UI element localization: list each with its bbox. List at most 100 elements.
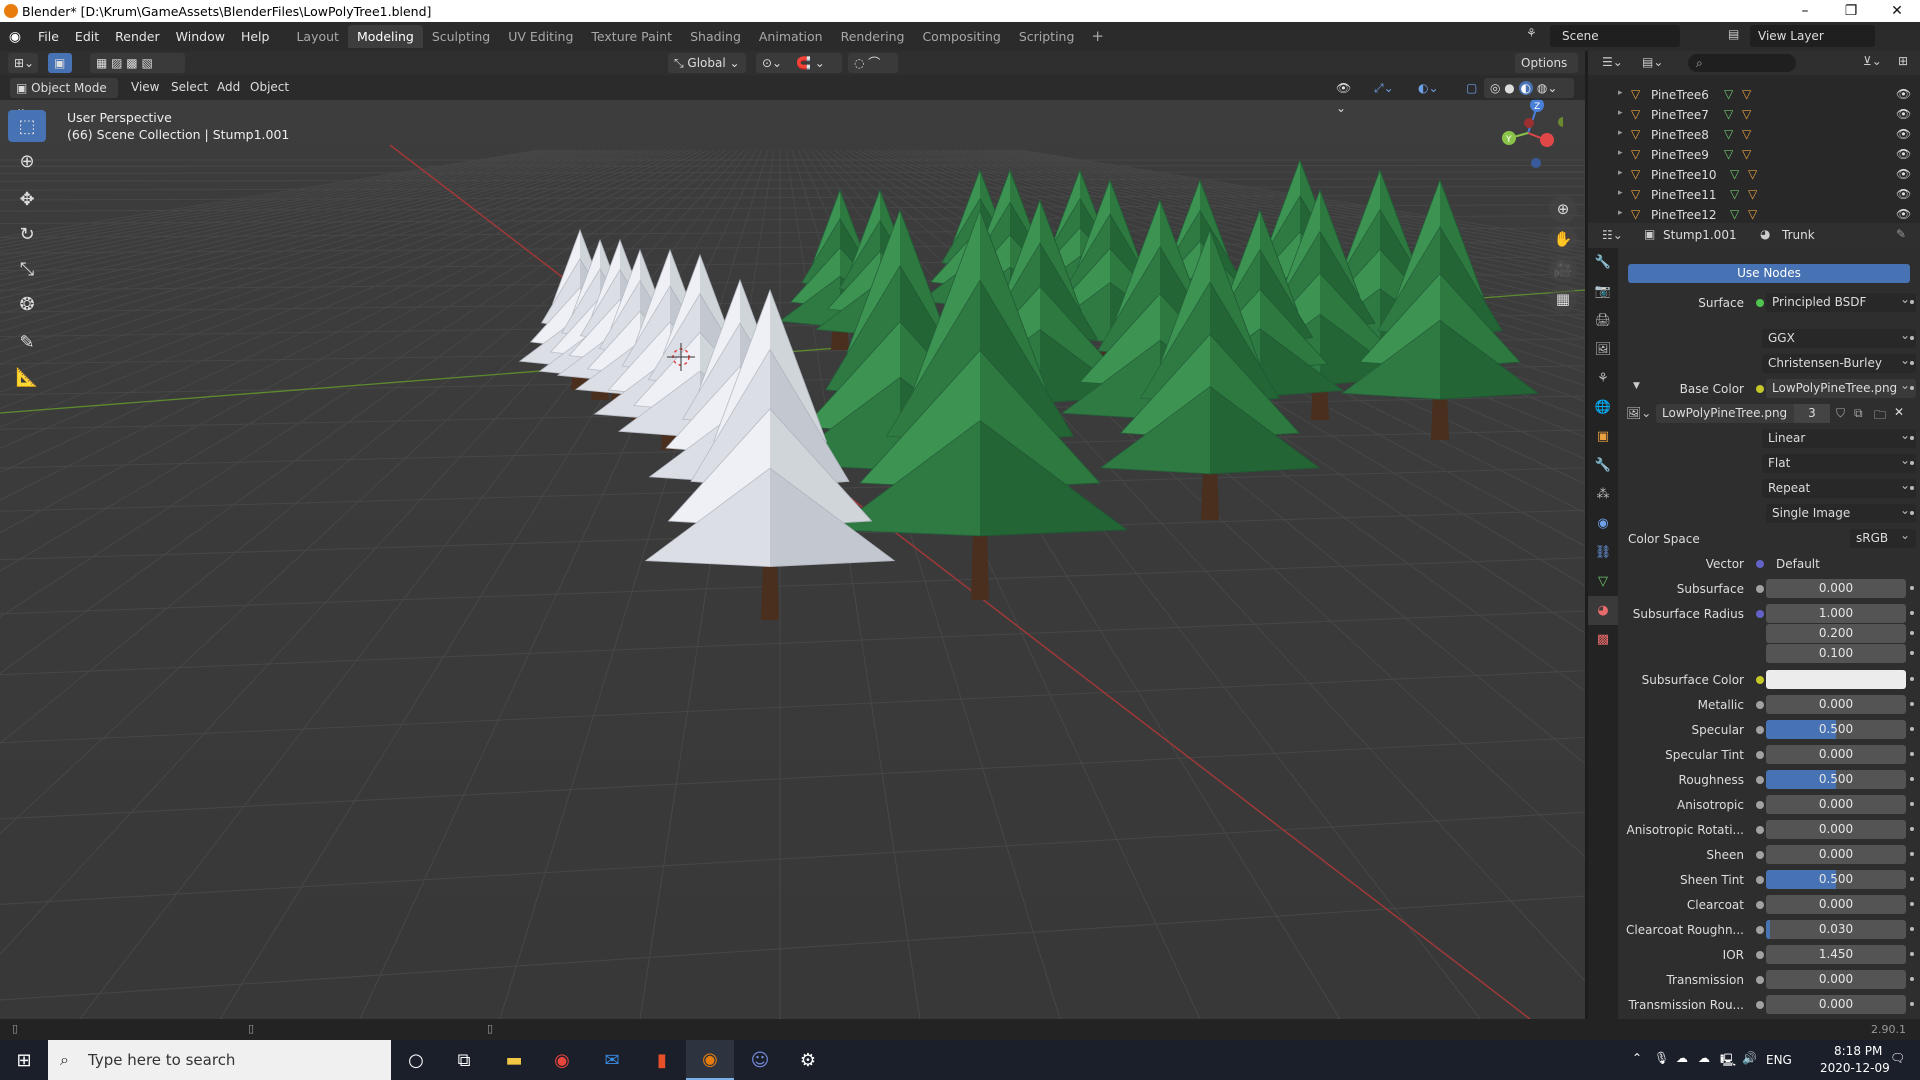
tab-modeling[interactable]: Modeling bbox=[347, 25, 423, 48]
cloud-icon[interactable]: ☁ bbox=[1698, 1051, 1710, 1065]
pin-icon[interactable]: ✎ bbox=[1896, 227, 1906, 241]
measure-tool-icon[interactable]: 📐 bbox=[8, 361, 46, 393]
render-tab-icon[interactable]: 📷 bbox=[1588, 277, 1618, 306]
outliner-row[interactable]: ▸ ▽ PineTree9 ▽ ▽ 👁 bbox=[1588, 145, 1920, 165]
rotate-tool-icon[interactable]: ↻ bbox=[8, 218, 46, 250]
outliner-search-input[interactable]: ⌕ bbox=[1688, 54, 1796, 72]
tab-shading[interactable]: Shading bbox=[681, 25, 750, 48]
pan-icon[interactable]: ✋ bbox=[1549, 225, 1577, 253]
outliner-row[interactable]: ▸ ▽ PineTree6 ▽ ▽ 👁 bbox=[1588, 85, 1920, 105]
menu-help[interactable]: Help bbox=[233, 29, 278, 44]
tool-tab-icon[interactable]: 🔧 bbox=[1588, 248, 1618, 277]
network-icon[interactable]: 🖳 bbox=[1720, 1051, 1736, 1072]
keyframe-dot-icon[interactable] bbox=[1910, 586, 1914, 590]
keyframe-dot-icon[interactable] bbox=[1910, 852, 1914, 856]
object-data-tab-icon[interactable]: ▽ bbox=[1588, 567, 1618, 596]
modifier-tab-icon[interactable]: 🔧 bbox=[1588, 451, 1618, 480]
physics-tab-icon[interactable]: ◉ bbox=[1588, 509, 1618, 538]
keyframe-dot-icon[interactable] bbox=[1910, 651, 1914, 655]
new-collection-icon[interactable]: ⊞ bbox=[1898, 54, 1908, 68]
properties-editor-icon[interactable]: ☷⌄ bbox=[1602, 228, 1623, 242]
use-nodes-button[interactable]: Use Nodes bbox=[1628, 264, 1910, 283]
keyframe-dot-icon[interactable] bbox=[1910, 336, 1914, 340]
tab-rendering[interactable]: Rendering bbox=[832, 25, 914, 48]
tab-uv-editing[interactable]: UV Editing bbox=[499, 25, 582, 48]
image-users-count[interactable]: 3 bbox=[1794, 404, 1830, 423]
anisotropic-field[interactable]: 0.000 bbox=[1766, 795, 1906, 814]
menu-object[interactable]: Object bbox=[250, 75, 289, 100]
expand-arrow-icon[interactable]: ▸ bbox=[1618, 188, 1623, 198]
keyframe-dot-icon[interactable] bbox=[1910, 927, 1914, 931]
volume-icon[interactable]: 🔊 bbox=[1742, 1051, 1757, 1065]
interpolation-dropdown[interactable]: Linear bbox=[1762, 426, 1916, 448]
language-label[interactable]: ENG bbox=[1766, 1053, 1792, 1067]
select-box-tool-icon[interactable]: ▣ bbox=[48, 53, 72, 73]
cursor-tool-icon[interactable]: ⊕ bbox=[8, 145, 46, 177]
menu-edit[interactable]: Edit bbox=[67, 29, 107, 44]
object-mode-dropdown[interactable]: ▣ Object Mode ⌄ bbox=[10, 78, 118, 115]
keyframe-dot-icon[interactable] bbox=[1910, 361, 1914, 365]
expand-arrow-icon[interactable]: ▸ bbox=[1618, 208, 1623, 218]
collapse-arrow-icon[interactable]: ▼ bbox=[1633, 381, 1640, 391]
scene-tab-icon[interactable]: ⚘ bbox=[1588, 364, 1618, 393]
keyframe-dot-icon[interactable] bbox=[1910, 952, 1914, 956]
output-tab-icon[interactable]: 🖨 bbox=[1588, 306, 1618, 335]
add-workspace-button[interactable]: + bbox=[1083, 25, 1112, 48]
particles-tab-icon[interactable]: ⁂ bbox=[1588, 480, 1618, 509]
outliner-row[interactable]: ▸ ▽ PineTree10 ▽ ▽ 👁 bbox=[1588, 165, 1920, 185]
expand-arrow-icon[interactable]: ▸ bbox=[1618, 128, 1623, 138]
expand-arrow-icon[interactable]: ▸ bbox=[1618, 148, 1623, 158]
extension-dropdown[interactable]: Repeat bbox=[1762, 476, 1916, 498]
object-tab-icon[interactable]: ▣ bbox=[1588, 422, 1618, 451]
distribution-dropdown[interactable]: GGX bbox=[1762, 326, 1916, 348]
cortana-icon[interactable]: ○ bbox=[392, 1040, 440, 1080]
expand-arrow-icon[interactable]: ▸ bbox=[1618, 88, 1623, 98]
discord-icon[interactable]: ☺ bbox=[736, 1040, 784, 1080]
keyframe-dot-icon[interactable] bbox=[1910, 631, 1914, 635]
world-tab-icon[interactable]: 🌐 bbox=[1588, 393, 1618, 422]
minimize-button[interactable]: – bbox=[1782, 0, 1828, 22]
view-layer-selector[interactable]: View Layer bbox=[1750, 25, 1875, 47]
specular-field[interactable]: 0.500 bbox=[1766, 720, 1906, 739]
scene-icon[interactable]: ⚘ bbox=[1526, 26, 1537, 40]
filter-icon[interactable]: ⊻⌄ bbox=[1863, 54, 1882, 68]
maximize-button[interactable]: ❐ bbox=[1828, 0, 1874, 22]
close-button[interactable]: ✕ bbox=[1874, 0, 1920, 22]
keyframe-dot-icon[interactable] bbox=[1910, 436, 1914, 440]
onedrive-icon[interactable]: ☁ bbox=[1676, 1051, 1688, 1065]
file-explorer-icon[interactable]: ▬ bbox=[490, 1040, 538, 1080]
transform-tool-icon[interactable]: ❂ bbox=[8, 288, 46, 320]
outliner-editor-icon[interactable]: ☰⌄ bbox=[1602, 55, 1623, 69]
taskbar-search-input[interactable]: ⌕ Type here to search bbox=[48, 1040, 391, 1080]
tab-layout[interactable]: Layout bbox=[287, 25, 348, 48]
visibility-eye-icon[interactable]: 👁 bbox=[1896, 107, 1911, 121]
options-dropdown[interactable]: Options ⌄ bbox=[1515, 53, 1578, 90]
subsurface-field[interactable]: 0.000 bbox=[1766, 579, 1906, 598]
clock-date[interactable]: 2020-12-09 bbox=[1820, 1061, 1890, 1075]
3d-viewport[interactable]: Z Y ⊕ ✋ 🎥 ▦ bbox=[0, 75, 1585, 1019]
ior-field[interactable]: 1.450 bbox=[1766, 945, 1906, 964]
tab-sculpting[interactable]: Sculpting bbox=[423, 25, 499, 48]
outliner-row[interactable]: ▸ ▽ PineTree11 ▽ ▽ 👁 bbox=[1588, 185, 1920, 205]
keyframe-dot-icon[interactable] bbox=[1910, 461, 1914, 465]
keyframe-dot-icon[interactable] bbox=[1910, 802, 1914, 806]
transmission-rou-field[interactable]: 0.000 bbox=[1766, 995, 1906, 1014]
visibility-eye-icon[interactable]: 👁 bbox=[1896, 207, 1911, 221]
snap-toggle[interactable]: 🧲 ⌄ bbox=[790, 53, 842, 73]
tab-compositing[interactable]: Compositing bbox=[913, 25, 1009, 48]
menu-add[interactable]: Add bbox=[217, 75, 240, 100]
constraints-tab-icon[interactable]: ⛓ bbox=[1588, 538, 1618, 567]
select-tool-icon[interactable]: ⬚ bbox=[8, 110, 46, 142]
anisotropic-rotati-field[interactable]: 0.000 bbox=[1766, 820, 1906, 839]
tab-texture-paint[interactable]: Texture Paint bbox=[582, 25, 681, 48]
subsurface-method-dropdown[interactable]: Christensen-Burley bbox=[1762, 351, 1916, 373]
clock-time[interactable]: 8:18 PM bbox=[1834, 1044, 1882, 1058]
tray-expand-icon[interactable]: ⌃ bbox=[1632, 1051, 1642, 1065]
image-browse-icon[interactable]: 🖼⌄ bbox=[1626, 406, 1651, 420]
steam-icon[interactable]: ⚙ bbox=[784, 1040, 832, 1080]
transmission-field[interactable]: 0.000 bbox=[1766, 970, 1906, 989]
material-tab-icon[interactable]: ◕ bbox=[1588, 596, 1618, 625]
task-view-icon[interactable]: ⧉ bbox=[440, 1040, 488, 1080]
mail-icon[interactable]: ✉ bbox=[588, 1040, 636, 1080]
editor-type-button[interactable]: ⊞⌄ bbox=[8, 53, 38, 73]
